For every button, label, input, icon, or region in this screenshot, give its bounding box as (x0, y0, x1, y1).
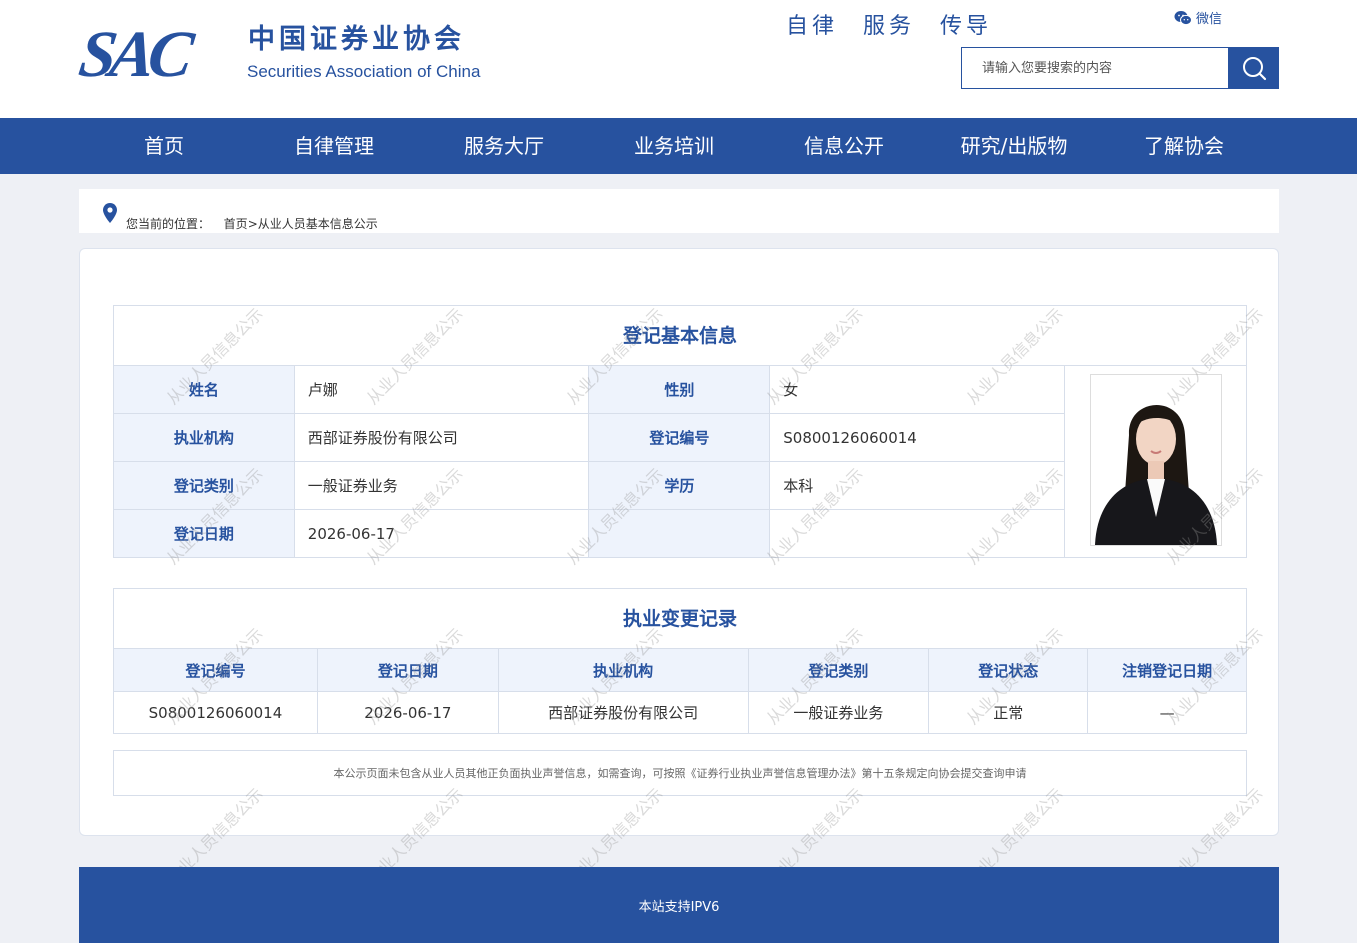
gender-value: 女 (769, 365, 1066, 414)
org-value: 西部证券股份有限公司 (293, 413, 590, 462)
nav-item-service-hall[interactable]: 服务大厅 (464, 118, 544, 174)
nav-item-training[interactable]: 业务培训 (634, 118, 714, 174)
empty-label-cell (588, 509, 771, 558)
date-value: 2026-06-17 (293, 509, 590, 558)
reg-no-label: 登记编号 (588, 413, 771, 462)
table-cell: 正常 (928, 691, 1089, 734)
table-cell: 西部证券股份有限公司 (497, 691, 749, 734)
portrait-photo (1089, 374, 1222, 546)
table-row: S0800126060014 2026-06-17 西部证券股份有限公司 一般证… (113, 691, 1247, 734)
table-header-row: 登记编号 登记日期 执业机构 登记类别 登记状态 注销登记日期 (113, 648, 1247, 692)
breadcrumb-current: 从业人员基本信息公示 (257, 217, 378, 231)
table-cell: — (1087, 691, 1247, 734)
nav-item-research[interactable]: 研究/出版物 (961, 118, 1068, 174)
table-cell: 2026-06-17 (316, 691, 499, 734)
breadcrumb-prefix: 您当前的位置： (126, 217, 211, 231)
column-header: 登记类别 (747, 648, 930, 692)
breadcrumb-separator: > (247, 217, 258, 231)
site-footer: 本站支持IPV6 (79, 867, 1279, 943)
change-record-title: 执业变更记录 (113, 588, 1247, 648)
breadcrumb: 您当前的位置： 首页>从业人员基本信息公示 (79, 189, 1279, 233)
gender-label: 性别 (588, 365, 771, 414)
nav-item-disclosure[interactable]: 信息公开 (804, 118, 884, 174)
photo-cell (1064, 365, 1247, 558)
logo-english-name: Securities Association of China (247, 62, 481, 81)
disclosure-notice: 本公示页面未包含从业人员其他正负面执业声誉信息，如需查询，可按照《证券行业执业声… (113, 750, 1247, 796)
info-card: 登记基本信息 姓名 卢娜 性别 女 执业机构 西部证券股份有限公司 登记编号 S… (79, 248, 1279, 836)
breadcrumb-home[interactable]: 首页 (224, 217, 248, 231)
search-input[interactable] (961, 47, 1228, 89)
search-bar (961, 47, 1279, 89)
logo-mark: SAC (74, 18, 192, 91)
education-label: 学历 (588, 461, 771, 510)
nav-item-home[interactable]: 首页 (144, 118, 184, 174)
nav-item-self-regulation[interactable]: 自律管理 (294, 118, 374, 174)
org-label: 执业机构 (113, 413, 295, 462)
logo-chinese-name: 中国证券业协会 (248, 24, 465, 55)
reg-no-value: S0800126060014 (769, 413, 1066, 462)
basic-info-title: 登记基本信息 (113, 305, 1247, 365)
change-record-table: 登记编号 登记日期 执业机构 登记类别 登记状态 注销登记日期 S0800126… (113, 648, 1247, 734)
name-value: 卢娜 (293, 365, 590, 414)
category-label: 登记类别 (113, 461, 295, 510)
wechat-label: 微信 (1196, 12, 1223, 27)
search-button[interactable] (1228, 47, 1279, 89)
table-cell: 一般证券业务 (747, 691, 930, 734)
column-header: 登记状态 (928, 648, 1089, 692)
category-value: 一般证券业务 (293, 461, 590, 510)
slogan: 自律 服务 传导 (786, 14, 992, 39)
footer-text: 本站支持IPV6 (638, 900, 720, 915)
education-value: 本科 (769, 461, 1066, 510)
table-cell: S0800126060014 (113, 691, 318, 734)
breadcrumb-text: 您当前的位置： 首页>从业人员基本信息公示 (126, 215, 378, 232)
empty-value-cell (769, 509, 1066, 558)
column-header: 注销登记日期 (1087, 648, 1247, 692)
sac-logo[interactable]: SAC 中国证券业协会 Securities Association of Ch… (75, 18, 540, 91)
column-header: 登记日期 (316, 648, 499, 692)
column-header: 登记编号 (113, 648, 318, 692)
date-label: 登记日期 (113, 509, 295, 558)
name-label: 姓名 (113, 365, 295, 414)
location-pin-icon (103, 203, 117, 223)
wechat-icon (1174, 10, 1192, 25)
column-header: 执业机构 (497, 648, 749, 692)
site-header: SAC 中国证券业协会 Securities Association of Ch… (0, 0, 1357, 118)
basic-info-table: 姓名 卢娜 性别 女 执业机构 西部证券股份有限公司 登记编号 S0800126… (113, 365, 1247, 558)
main-nav: 首页 自律管理 服务大厅 业务培训 信息公开 研究/出版物 了解协会 (0, 118, 1357, 174)
wechat-link[interactable]: 微信 (1174, 8, 1222, 27)
search-icon (1242, 57, 1266, 81)
nav-item-about[interactable]: 了解协会 (1144, 118, 1224, 174)
